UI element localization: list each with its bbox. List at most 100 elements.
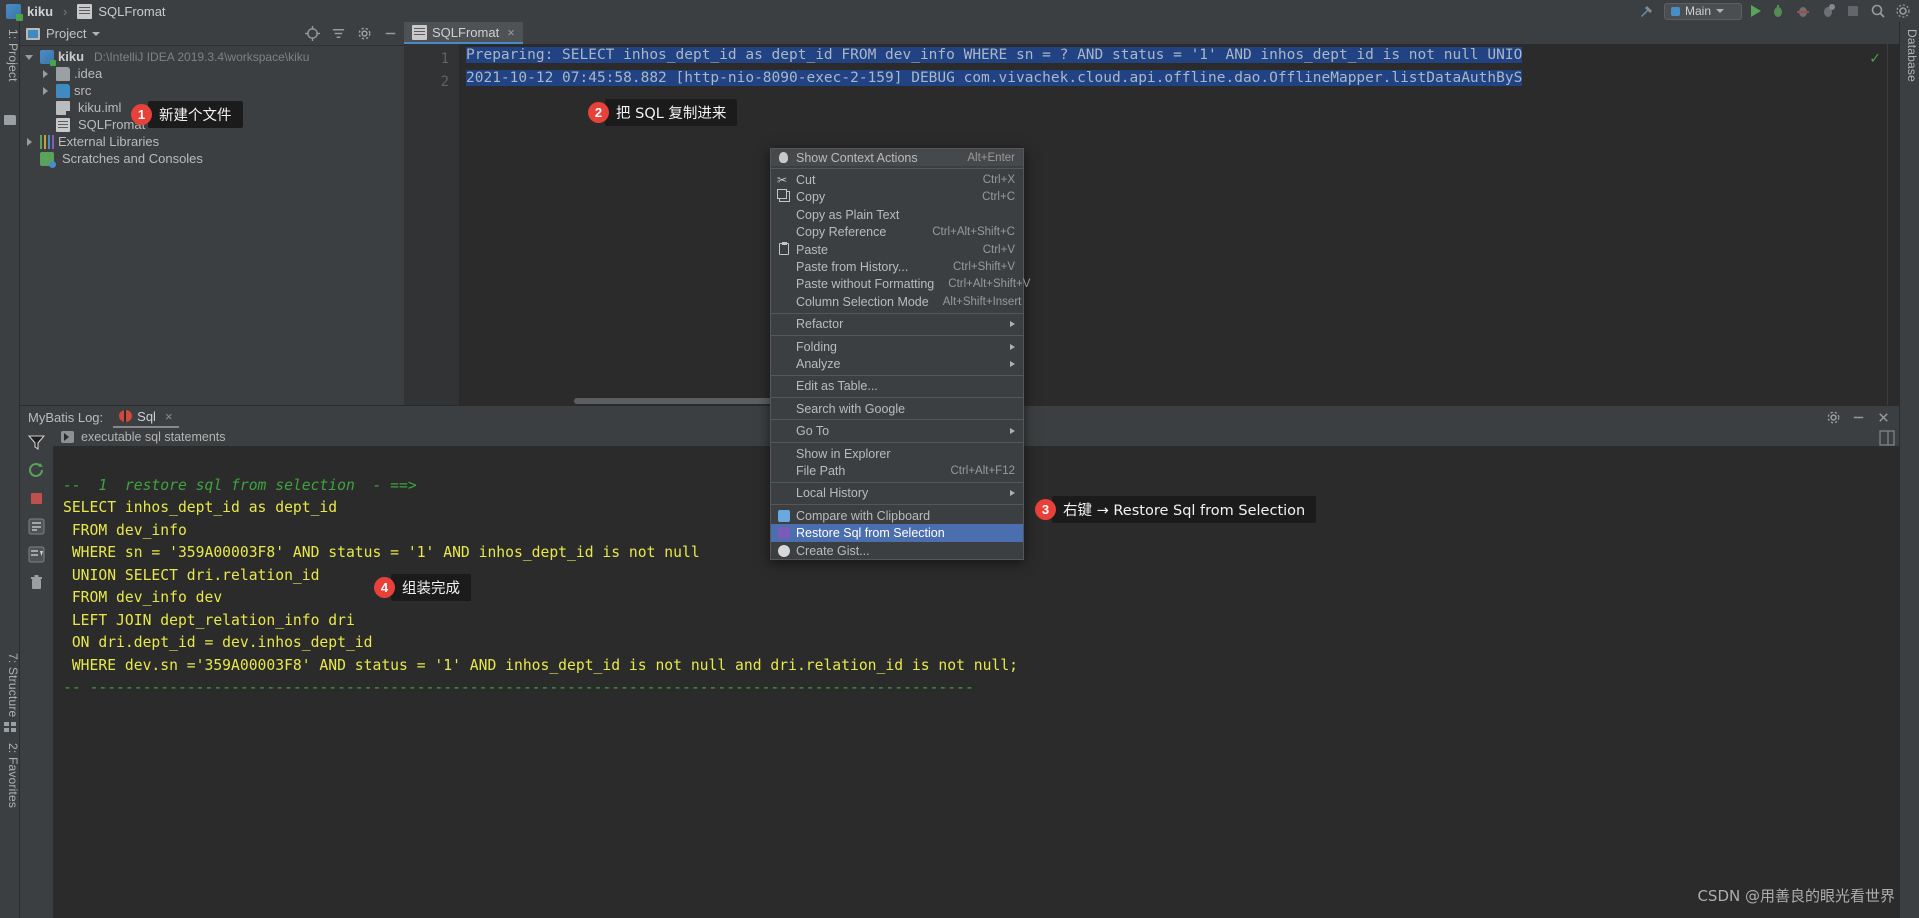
chevron-right-icon[interactable] <box>40 68 52 80</box>
chevron-down-icon[interactable] <box>24 51 36 63</box>
tree-label: kiku.iml <box>78 100 122 115</box>
menu-item-copy[interactable]: Copy Ctrl+C <box>771 189 1023 206</box>
menu-item-show-context-actions[interactable]: Show Context Actions Alt+Enter <box>771 149 1023 167</box>
inspection-ok-icon[interactable]: ✓ <box>1869 50 1881 67</box>
chevron-right-icon[interactable] <box>40 85 52 97</box>
breadcrumb-project[interactable]: kiku <box>27 4 53 19</box>
menu-item-folding[interactable]: Folding <box>771 338 1023 355</box>
log-line: UNION SELECT dri.relation_id <box>63 566 320 584</box>
menu-separator <box>771 334 1023 336</box>
chevron-down-icon <box>1716 9 1725 13</box>
sidebar-tab-structure[interactable]: 7: Structure <box>0 650 20 720</box>
trash-icon[interactable] <box>28 574 45 591</box>
build-hammer-icon[interactable] <box>1639 3 1655 19</box>
menu-item-column-selection-mode[interactable]: Column Selection Mode Alt+Shift+Insert <box>771 293 1023 310</box>
grid-icon <box>4 722 16 732</box>
menu-item-analyze[interactable]: Analyze <box>771 355 1023 372</box>
menu-item-cut[interactable]: ✂ Cut Ctrl+X <box>771 171 1023 188</box>
gear-icon[interactable] <box>357 26 372 41</box>
menu-item-label: Refactor <box>796 317 844 332</box>
layout-icon[interactable] <box>1879 430 1895 446</box>
sidebar-tab-project[interactable]: 1: Project <box>0 26 20 85</box>
callout-text: 右键 → Restore Sql from Selection <box>1052 496 1317 523</box>
menu-item-label: Column Selection Mode <box>796 294 929 309</box>
editor-marker-rail[interactable] <box>1887 44 1899 405</box>
submenu-arrow-icon <box>1010 360 1015 367</box>
menu-item-paste[interactable]: Paste Ctrl+V <box>771 241 1023 258</box>
project-panel-title-group[interactable]: Project <box>26 26 101 41</box>
run-configuration-selector[interactable]: Main <box>1664 2 1742 20</box>
log-line-divider: -- -------------------------------------… <box>63 679 974 696</box>
stop-icon[interactable] <box>1845 3 1861 19</box>
menu-item-show-in-explorer[interactable]: Show in Explorer <box>771 445 1023 462</box>
menu-item-create-gist[interactable]: Create Gist... <box>771 542 1023 559</box>
menu-item-paste-from-history[interactable]: Paste from History... Ctrl+Shift+V <box>771 258 1023 275</box>
scroll-to-end-icon[interactable] <box>28 546 45 563</box>
tree-row-idea[interactable]: .idea <box>20 65 404 82</box>
breadcrumb-separator: › <box>63 3 68 19</box>
filter-icon[interactable] <box>28 434 45 451</box>
menu-item-refactor[interactable]: Refactor <box>771 316 1023 333</box>
editor-hscrollbar-track[interactable] <box>514 397 1899 405</box>
folder-icon <box>56 66 70 81</box>
tree-row-scratches[interactable]: Scratches and Consoles <box>20 150 404 168</box>
settings-gear-icon[interactable] <box>1895 3 1911 19</box>
menu-item-paste-without-formatting[interactable]: Paste without Formatting Ctrl+Alt+Shift+… <box>771 276 1030 293</box>
left-tool-window-strip: 1: Project 7: Structure 2: Favorites <box>0 22 20 918</box>
rerun-icon[interactable] <box>28 462 45 479</box>
scroll-from-source-icon[interactable] <box>305 26 320 41</box>
line-number: 1 <box>440 51 449 67</box>
menu-item-restore-sql-from-selection[interactable]: Restore Sql from Selection <box>771 524 1023 542</box>
editor-tab-strip: SQLFromat × <box>404 22 1899 44</box>
menu-item-label: Folding <box>796 339 837 354</box>
menu-item-local-history[interactable]: Local History <box>771 485 1023 502</box>
menu-item-search-with-google[interactable]: Search with Google <box>771 400 1023 417</box>
sidebar-tab-database[interactable]: Database <box>1899 26 1919 85</box>
menu-item-shortcut: Alt+Shift+Insert <box>942 295 1022 308</box>
menu-item-file-path[interactable]: File Path Ctrl+Alt+F12 <box>771 462 1023 479</box>
tree-row-external-libraries[interactable]: External Libraries <box>20 133 404 150</box>
sidebar-tab-favorites[interactable]: 2: Favorites <box>0 740 20 811</box>
hide-panel-icon[interactable] <box>1851 410 1866 425</box>
breadcrumb-file[interactable]: SQLFromat <box>98 4 165 19</box>
chevron-right-icon[interactable] <box>24 136 36 148</box>
module-icon <box>6 3 23 21</box>
search-everywhere-icon[interactable] <box>1870 3 1886 19</box>
close-icon[interactable]: × <box>507 25 515 40</box>
menu-item-shortcut: Ctrl+Shift+V <box>953 261 1015 274</box>
text-file-icon <box>56 117 70 132</box>
profiler-icon[interactable] <box>1820 3 1836 19</box>
close-icon[interactable] <box>1876 410 1891 425</box>
run-toolbar: Main <box>1639 0 1919 22</box>
chevron-down-icon[interactable] <box>92 31 101 36</box>
hide-panel-icon[interactable] <box>383 26 398 41</box>
menu-item-shortcut: Ctrl+Alt+F12 <box>950 464 1015 477</box>
tree-row-src[interactable]: src <box>20 82 404 99</box>
menu-item-label: File Path <box>796 463 846 478</box>
menu-item-compare-with-clipboard[interactable]: Compare with Clipboard <box>771 507 1023 524</box>
menu-item-go-to[interactable]: Go To <box>771 422 1023 439</box>
menu-item-shortcut: Ctrl+V <box>982 243 1015 256</box>
menu-item-label: Show Context Actions <box>796 150 918 165</box>
menu-item-copy-reference[interactable]: Copy Reference Ctrl+Alt+Shift+C <box>771 224 1023 241</box>
close-icon[interactable]: × <box>165 409 173 424</box>
editor-line-1[interactable]: Preparing: SELECT inhos_dept_id as dept_… <box>459 44 1899 67</box>
menu-item-label: Local History <box>796 486 869 501</box>
run-button[interactable] <box>1751 5 1761 17</box>
log-tab-sql[interactable]: Sql × <box>113 407 179 428</box>
gear-icon[interactable] <box>1826 410 1841 425</box>
stop-icon[interactable] <box>28 490 45 507</box>
soft-wrap-icon[interactable] <box>28 518 45 535</box>
debug-icon[interactable] <box>1770 3 1786 19</box>
editor-line-2[interactable]: 2021-10-12 07:45:58.882 [http-nio-8090-e… <box>459 67 1899 90</box>
menu-item-edit-as-table[interactable]: Edit as Table... <box>771 378 1023 395</box>
tree-label: kiku <box>58 49 85 64</box>
restore-sql-icon <box>777 526 791 540</box>
editor-tab-sqlfromat[interactable]: SQLFromat × <box>404 22 523 44</box>
tree-row-kiku[interactable]: kiku D:\IntelliJ IDEA 2019.3.4\workspace… <box>20 48 404 66</box>
run-config-icon <box>1671 6 1680 16</box>
menu-item-copy-as-plain-text[interactable]: Copy as Plain Text <box>771 206 1023 223</box>
submenu-arrow-icon <box>1010 490 1015 497</box>
coverage-icon[interactable] <box>1795 3 1811 19</box>
collapse-all-icon[interactable] <box>331 26 346 41</box>
